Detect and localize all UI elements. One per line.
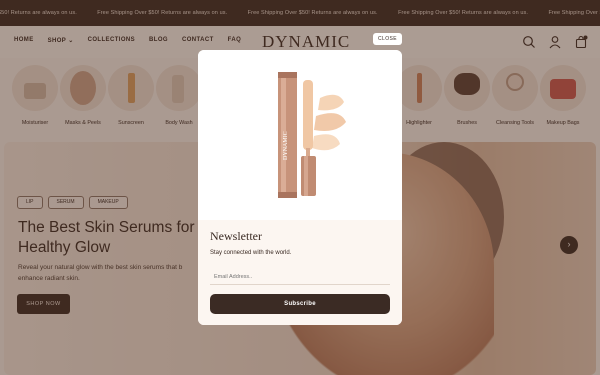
newsletter-product-image: DYNAMIC <box>198 50 402 220</box>
email-field[interactable] <box>210 270 390 285</box>
newsletter-subtitle: Stay connected with the world. <box>210 250 292 256</box>
subscribe-button[interactable]: Subscribe <box>210 294 390 314</box>
product-brand-text: DYNAMIC <box>283 131 289 160</box>
close-button[interactable]: CLOSE <box>373 33 402 45</box>
newsletter-body: Newsletter Stay connected with the world… <box>198 220 402 325</box>
newsletter-title: Newsletter <box>210 229 262 243</box>
newsletter-modal: DYNAMIC Newsletter Stay connected with t… <box>198 50 402 325</box>
